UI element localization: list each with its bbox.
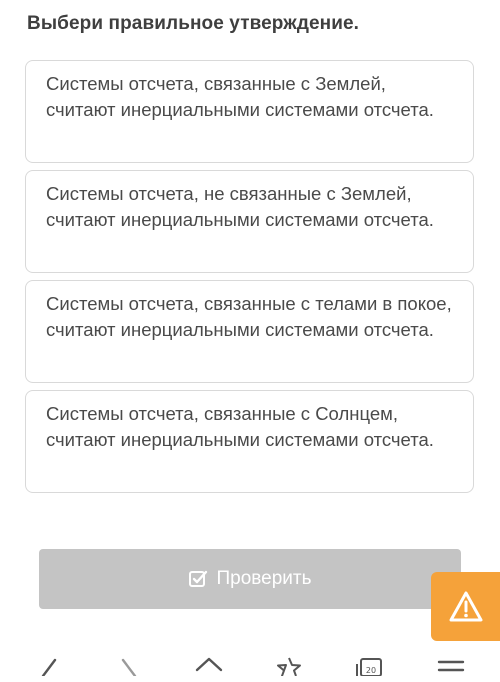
tabs-count: 20 (366, 666, 376, 675)
answer-option[interactable]: Системы отсчета, связанные с Солнцем, сч… (25, 390, 474, 493)
star-icon (277, 657, 301, 676)
home-icon (195, 657, 223, 672)
check-button-label: Проверить (216, 568, 312, 589)
warning-triangle-icon (449, 591, 482, 621)
answer-options: Системы отсчета, связанные с Землей, счи… (25, 60, 474, 500)
checkbox-icon (189, 570, 208, 587)
tabs-nav-button[interactable]: 20 (352, 656, 386, 682)
tabs-icon: 20 (356, 658, 382, 676)
check-button[interactable]: Проверить (39, 549, 461, 609)
answer-option[interactable]: Системы отсчета, связанные с телами в по… (25, 280, 474, 383)
answer-option[interactable]: Системы отсчета, не связанные с Землей, … (25, 170, 474, 273)
menu-icon (437, 660, 465, 672)
bookmark-nav-button[interactable] (272, 656, 306, 682)
menu-nav-button[interactable] (434, 656, 468, 682)
back-arrow-icon (41, 658, 57, 676)
report-issue-button[interactable] (431, 572, 500, 641)
forward-arrow-icon (121, 658, 137, 676)
answer-option[interactable]: Системы отсчета, связанные с Землей, счи… (25, 60, 474, 163)
home-nav-button[interactable] (192, 656, 226, 682)
top-strip (0, 0, 500, 8)
forward-nav-button[interactable] (112, 656, 146, 682)
back-nav-button[interactable] (30, 656, 64, 682)
browser-bottom-nav: 20 (0, 648, 500, 676)
question-title: Выбери правильное утверждение. (27, 13, 360, 34)
